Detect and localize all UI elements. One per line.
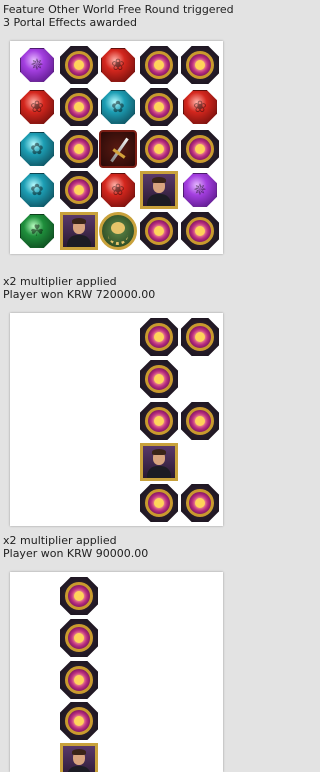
reel-symbol: [180, 45, 220, 85]
reel-symbol: [98, 129, 138, 169]
portal-icon: [140, 402, 178, 440]
reel-symbol: [59, 660, 99, 700]
reel-symbol: [139, 129, 179, 169]
green-gem-icon: ☘: [20, 214, 54, 248]
portal-icon: [140, 212, 178, 250]
reel-symbol: ✿: [17, 170, 57, 210]
blade-scatter-icon: [99, 130, 137, 168]
reel-symbol: [180, 129, 220, 169]
reel-grid-2: [10, 313, 223, 526]
portal-icon: [140, 360, 178, 398]
reel-symbol: [139, 211, 179, 251]
caption-line: Feature Other World Free Round triggered: [3, 3, 234, 16]
reel-symbol: ❀: [17, 87, 57, 127]
section-3-caption: x2 multiplier applied Player won KRW 900…: [3, 534, 148, 560]
section-2-caption: x2 multiplier applied Player won KRW 720…: [3, 275, 155, 301]
reel-symbol: ❀: [98, 45, 138, 85]
teal-gem-icon: ✿: [101, 90, 135, 124]
reel-symbol: [59, 701, 99, 741]
reel-symbol: ❀: [98, 170, 138, 210]
reel-symbol: ☘: [17, 211, 57, 251]
red-gem-icon: ❀: [20, 90, 54, 124]
teal-gem-icon: ✿: [20, 173, 54, 207]
reel-symbol: [59, 170, 99, 210]
reel-symbol: [180, 401, 220, 441]
reel-grid-1: ✵ ❀ ❀ ✿ ❀ ✿ ✿ ❀ ✵ ☘: [10, 41, 223, 254]
portal-icon: [60, 46, 98, 84]
portal-icon: [60, 619, 98, 657]
teal-gem-icon: ✿: [20, 132, 54, 166]
reel-symbol: [59, 576, 99, 616]
reel-symbol: ✿: [98, 87, 138, 127]
reel-symbol: [59, 87, 99, 127]
portal-icon: [60, 702, 98, 740]
caption-line: x2 multiplier applied: [3, 275, 117, 288]
caption-line: x2 multiplier applied: [3, 534, 117, 547]
reel-symbol: [139, 87, 179, 127]
red-gem-icon: ❀: [183, 90, 217, 124]
reel-symbol: [139, 170, 179, 210]
portal-icon: [181, 130, 219, 168]
reel-symbol: [139, 401, 179, 441]
character-portrait-icon: [60, 743, 98, 772]
reel-symbol: [139, 483, 179, 523]
portal-icon: [140, 88, 178, 126]
octopus-wild-icon: [99, 212, 137, 250]
reel-symbol: [59, 618, 99, 658]
section-1-caption: Feature Other World Free Round triggered…: [3, 3, 234, 29]
reel-symbol: [139, 317, 179, 357]
reel-symbol: [180, 483, 220, 523]
reel-symbol: ❀: [180, 87, 220, 127]
purple-gem-icon: ✵: [20, 48, 54, 82]
reel-symbol: [59, 742, 99, 772]
portal-icon: [181, 484, 219, 522]
character-portrait-icon: [60, 212, 98, 250]
reel-symbol: [139, 442, 179, 482]
reel-symbol: [139, 359, 179, 399]
character-portrait-icon: [140, 443, 178, 481]
reel-symbol: ✿: [17, 129, 57, 169]
red-gem-icon: ❀: [101, 48, 135, 82]
portal-icon: [60, 577, 98, 615]
portal-icon: [60, 171, 98, 209]
portal-icon: [60, 88, 98, 126]
portal-icon: [181, 212, 219, 250]
portal-icon: [181, 46, 219, 84]
portal-icon: [140, 318, 178, 356]
purple-gem-icon: ✵: [183, 173, 217, 207]
portal-icon: [60, 130, 98, 168]
portal-icon: [140, 484, 178, 522]
caption-line: Player won KRW 90000.00: [3, 547, 149, 560]
reel-grid-3: [10, 572, 223, 772]
character-portrait-icon: [140, 171, 178, 209]
portal-icon: [140, 46, 178, 84]
reel-symbol: [180, 211, 220, 251]
portal-icon: [60, 661, 98, 699]
reel-symbol: ✵: [180, 170, 220, 210]
reel-symbol: ✵: [17, 45, 57, 85]
portal-icon: [181, 402, 219, 440]
caption-line: 3 Portal Effects awarded: [3, 16, 138, 29]
reel-symbol: [139, 45, 179, 85]
portal-icon: [181, 318, 219, 356]
reel-symbol: [98, 211, 138, 251]
reel-symbol: [59, 129, 99, 169]
portal-icon: [140, 130, 178, 168]
reel-symbol: [59, 211, 99, 251]
reel-symbol: [59, 45, 99, 85]
reel-symbol: [180, 317, 220, 357]
caption-line: Player won KRW 720000.00: [3, 288, 156, 301]
red-gem-icon: ❀: [101, 173, 135, 207]
